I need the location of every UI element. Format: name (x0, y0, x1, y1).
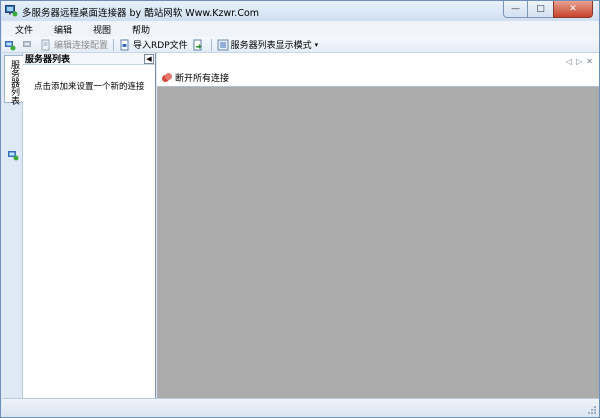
window-title: 多服务器远程桌面连接器 by 酷站网软 Www.Kzwr.Com (22, 8, 260, 19)
disconnect-all-button[interactable]: 断开所有连接 (159, 71, 231, 85)
disconnect-icon (23, 40, 31, 47)
remote-desktop-icon[interactable] (7, 149, 19, 161)
menu-help[interactable]: 帮助 (119, 23, 158, 36)
edit-connection-button[interactable]: 编辑连接配置 (38, 38, 110, 52)
tab-next-icon[interactable]: ▷ (576, 57, 582, 66)
session-canvas[interactable] (157, 87, 599, 398)
empty-list-hint[interactable]: 点击添加来设置一个新的连接 (34, 80, 145, 92)
main-toolbar: 编辑连接配置 导入RDP文件 服务器列表显示模式 ▾ (2, 37, 599, 53)
window-controls: — □ ✕ (503, 1, 593, 18)
minimize-button[interactable]: — (503, 1, 528, 18)
close-button[interactable]: ✕ (553, 1, 593, 18)
tab-close-icon[interactable]: ✕ (586, 57, 593, 66)
connect-button[interactable] (2, 38, 20, 52)
close-icon: ✕ (569, 4, 577, 14)
minimize-icon: — (511, 4, 520, 14)
connection-area: ◁ ▷ ✕ 断开所有连接 (157, 53, 599, 398)
view-mode-label: 服务器列表显示模式 (230, 41, 312, 51)
menu-view[interactable]: 视图 (80, 23, 119, 36)
edit-connection-label: 编辑连接配置 (54, 41, 109, 51)
connect-icon (5, 40, 16, 50)
import-file-icon (120, 39, 129, 50)
connection-toolbar: 断开所有连接 (157, 69, 599, 87)
menu-bar: 文件 编辑 视图 帮助 (2, 21, 599, 37)
tab-navigation: ◁ ▷ ✕ (157, 53, 599, 69)
toolbar-separator (210, 38, 212, 51)
menu-edit[interactable]: 编辑 (41, 23, 80, 36)
export-button[interactable] (190, 38, 208, 52)
maximize-button[interactable]: □ (528, 1, 553, 18)
unplug-icon (162, 72, 172, 82)
tab-server-list-label: 服务器列表 (9, 60, 19, 105)
resize-grip-icon[interactable] (587, 405, 597, 415)
disconnect-all-label: 断开所有连接 (175, 74, 230, 84)
panel-header: 服务器列表 ◀ (23, 53, 155, 65)
app-window: 多服务器远程桌面连接器 by 酷站网软 Www.Kzwr.Com — □ ✕ 文… (0, 0, 600, 418)
maximize-icon: □ (536, 4, 545, 14)
edit-document-icon (41, 39, 50, 50)
disconnect-button[interactable] (20, 38, 38, 52)
remote-desktop-icon[interactable] (5, 4, 18, 17)
chevron-left-icon: ◀ (146, 54, 152, 63)
title-bar[interactable]: 多服务器远程桌面连接器 by 酷站网软 Www.Kzwr.Com — □ ✕ (1, 1, 599, 21)
menu-file[interactable]: 文件 (2, 23, 41, 36)
server-list-panel: 服务器列表 ◀ 点击添加来设置一个新的连接 (23, 53, 156, 398)
view-mode-dropdown[interactable]: 服务器列表显示模式 ▾ (215, 38, 321, 52)
list-view-icon (217, 39, 229, 50)
chevron-down-icon: ▾ (314, 40, 319, 49)
export-icon (193, 39, 202, 50)
side-tab-strip: 服务器列表 (2, 53, 23, 398)
tab-server-list[interactable]: 服务器列表 (4, 55, 23, 105)
panel-title: 服务器列表 (25, 55, 71, 65)
tab-prev-icon[interactable]: ◁ (566, 57, 572, 66)
toolbar-separator (113, 38, 115, 51)
import-rdp-button[interactable]: 导入RDP文件 (117, 38, 190, 52)
import-rdp-label: 导入RDP文件 (133, 41, 188, 51)
collapse-panel-button[interactable]: ◀ (144, 53, 154, 64)
status-bar (2, 398, 599, 417)
